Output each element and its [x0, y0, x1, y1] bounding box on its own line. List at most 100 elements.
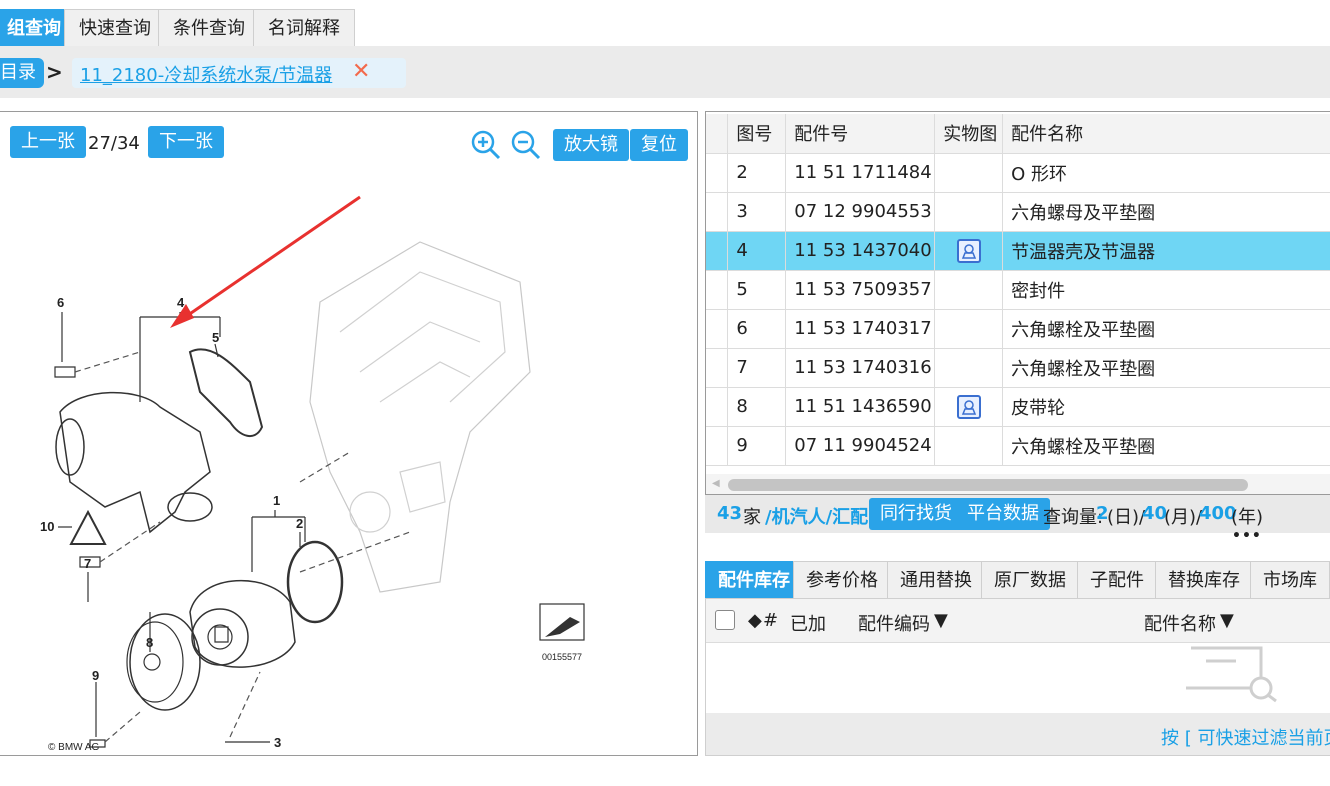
close-icon[interactable]: ✕: [352, 59, 370, 84]
cell-part-no: 11 53 1740317: [785, 309, 936, 349]
photo-icon[interactable]: [956, 394, 981, 419]
header-added[interactable]: 已加: [790, 610, 826, 636]
tab-market-stock[interactable]: 市场库存: [1250, 561, 1330, 628]
tab-stock[interactable]: 配件库存: [705, 561, 803, 598]
cell-figure-no: 7: [727, 348, 787, 388]
cell-figure-no: 5: [727, 270, 787, 310]
cell-photo: [934, 348, 1004, 388]
chevron-right-icon: >: [46, 60, 63, 84]
header-figure-no[interactable]: 图号: [727, 114, 787, 154]
tab-glossary[interactable]: 名词解释: [253, 9, 355, 46]
callout-5: 5: [212, 330, 219, 345]
tab-oem-data[interactable]: 原厂数据: [981, 561, 1079, 598]
cell-photo: [934, 387, 1004, 427]
cell-part-no: 11 53 1740316: [785, 348, 936, 388]
scroll-left-icon[interactable]: ◀: [712, 478, 720, 489]
tab-generic-replacement[interactable]: 通用替换: [887, 561, 985, 598]
cell-part-name: 密封件: [1002, 270, 1330, 310]
callout-10: 10: [40, 519, 54, 534]
scroll-thumb[interactable]: [728, 479, 1248, 491]
filter-hint: 按 [ 可快速过滤当前页: [1161, 728, 1330, 749]
zoom-out-icon[interactable]: [510, 129, 542, 161]
platform-data-button[interactable]: 平台数据: [956, 498, 1050, 530]
query-day-unit: (日)/: [1107, 507, 1146, 528]
table-row[interactable]: 7 11 53 1740316 六角螺栓及平垫圈: [706, 348, 1330, 388]
cell-figure-no: 6: [727, 309, 787, 349]
tab-quick-query[interactable]: 快速查询: [64, 9, 166, 46]
diagram-copyright: © BMW AG: [48, 742, 99, 753]
filter-icon[interactable]: ▼: [934, 610, 948, 631]
header-index: #: [763, 610, 779, 631]
row-spacer: [706, 348, 729, 388]
more-options-icon[interactable]: •••: [1232, 528, 1262, 544]
tab-sub-parts[interactable]: 子配件: [1077, 561, 1157, 598]
filter-icon[interactable]: ▼: [1220, 610, 1234, 631]
table-row[interactable]: 3 07 12 9904553 六角螺母及平垫圈: [706, 192, 1330, 232]
cell-figure-no: 2: [727, 153, 787, 193]
supplier-sources[interactable]: /机汽人/汇配: [765, 503, 868, 529]
cell-part-name: 六角螺栓及平垫圈: [1002, 348, 1330, 388]
breadcrumb-root[interactable]: 目录: [0, 58, 44, 88]
horizontal-scrollbar[interactable]: ◀: [706, 474, 1330, 494]
callout-4: 4: [177, 295, 185, 310]
photo-icon[interactable]: [956, 238, 981, 263]
prev-image-button[interactable]: 上一张: [10, 126, 86, 158]
cell-part-no: 07 12 9904553: [785, 192, 936, 232]
tab-replacement-stock[interactable]: 替换库存: [1155, 561, 1253, 598]
cell-figure-no: 9: [727, 426, 787, 466]
select-all-checkbox[interactable]: [715, 610, 735, 630]
row-spacer: [706, 192, 729, 232]
cell-photo: [934, 231, 1004, 271]
header-part-code[interactable]: 配件编码: [858, 610, 930, 636]
header-part-name[interactable]: 配件名称: [1002, 114, 1330, 154]
cell-part-no: 11 53 1437040: [785, 231, 936, 271]
table-row[interactable]: 2 11 51 1711484 O 形环: [706, 153, 1330, 193]
cell-photo: [934, 192, 1004, 232]
table-row[interactable]: 8 11 51 1436590 皮带轮: [706, 387, 1330, 427]
cell-figure-no: 3: [727, 192, 787, 232]
table-row[interactable]: 5 11 53 7509357 密封件: [706, 270, 1330, 310]
top-tab-bar: 组查询 快速查询 条件查询 名词解释: [0, 0, 1330, 46]
breadcrumb-link[interactable]: 11_2180-冷却系统水泵/节温器: [80, 61, 332, 87]
header-part-no[interactable]: 配件号: [785, 114, 936, 154]
tab-reference-price[interactable]: 参考价格: [793, 561, 891, 598]
query-month-unit: (月)/: [1164, 507, 1203, 528]
callout-2: 2: [296, 516, 303, 531]
cell-part-no: 11 51 1436590: [785, 387, 936, 427]
header-photo[interactable]: 实物图: [934, 114, 1004, 154]
exploded-parts-diagram: 6 4 5 10 7 1 2 8 9 3 © BMW AG 00155577: [40, 195, 585, 753]
detail-tab-bar: 配件库存 参考价格 通用替换 原厂数据 子配件 替换库存 市场库存: [705, 558, 1330, 628]
filter-hint-row: 按 [ 可快速过滤当前页: [706, 713, 1330, 755]
callout-8: 8: [146, 635, 153, 650]
row-spacer: [706, 309, 729, 349]
cell-figure-no: 8: [727, 387, 787, 427]
footer-strip: [0, 760, 1330, 786]
cell-part-no: 11 53 7509357: [785, 270, 936, 310]
header-spacer: [706, 114, 729, 154]
table-row[interactable]: 4 11 53 1437040 节温器壳及节温器: [706, 231, 1330, 271]
table-row[interactable]: 6 11 53 1740317 六角螺栓及平垫圈: [706, 309, 1330, 349]
stock-table-header: ◆ # 已加 配件编码 ▼ 配件名称 ▼: [706, 599, 1330, 643]
table-row[interactable]: 9 07 11 9904524 六角螺栓及平垫圈: [706, 426, 1330, 466]
reset-button[interactable]: 复位: [630, 129, 688, 161]
header-part-name-stock[interactable]: 配件名称: [1144, 610, 1216, 636]
supplier-count: 43: [717, 503, 743, 524]
empty-data-icon: [1186, 646, 1277, 703]
next-image-button[interactable]: 下一张: [148, 126, 224, 158]
eraser-icon[interactable]: ◆: [748, 610, 762, 631]
cell-part-name: 六角螺栓及平垫圈: [1002, 309, 1330, 349]
tab-condition-query[interactable]: 条件查询: [158, 9, 260, 46]
peer-search-button[interactable]: 同行找货: [869, 498, 963, 530]
cell-part-no: 07 11 9904524: [785, 426, 936, 466]
callout-9: 9: [92, 668, 99, 683]
cell-part-name: 皮带轮: [1002, 387, 1330, 427]
query-year-unit: (年): [1231, 507, 1264, 528]
zoom-in-icon[interactable]: [470, 129, 502, 161]
stock-table-panel: ◆ # 已加 配件编码 ▼ 配件名称 ▼ 按 [ 可快速过滤当前页: [705, 598, 1330, 756]
row-spacer: [706, 387, 729, 427]
cell-photo: [934, 270, 1004, 310]
diagram-panel: 上一张 27/34 下一张 放大镜 复位 6 4 5 10 7 1 2 8 9 …: [0, 111, 698, 756]
magnifier-button[interactable]: 放大镜: [553, 129, 629, 161]
row-spacer: [706, 231, 729, 271]
row-spacer: [706, 426, 729, 466]
